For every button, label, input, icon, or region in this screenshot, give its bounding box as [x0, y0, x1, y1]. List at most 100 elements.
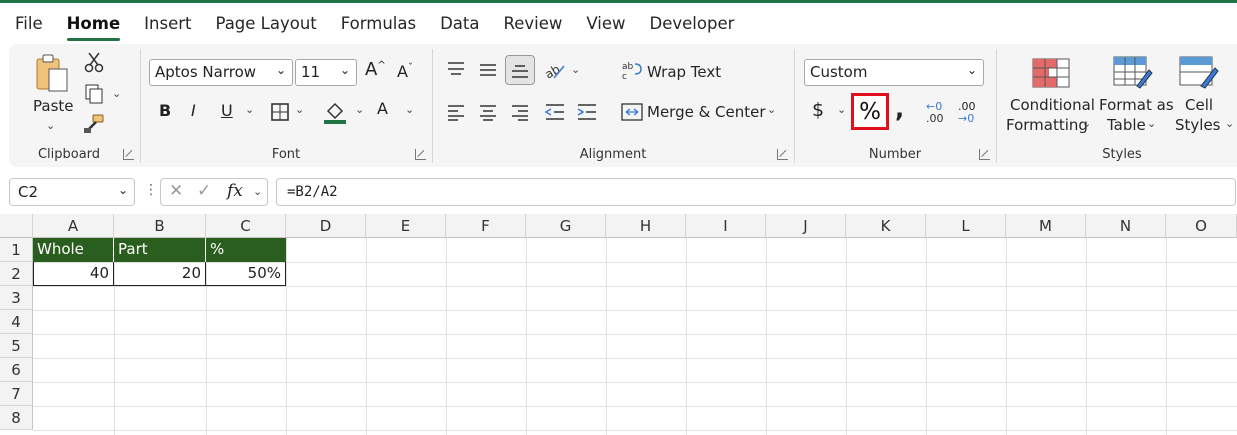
- row-header-1[interactable]: 1: [0, 238, 33, 262]
- column-header-k[interactable]: K: [846, 214, 926, 238]
- paste-dropdown-icon[interactable]: ⌄: [46, 119, 55, 132]
- align-bottom-icon[interactable]: [505, 55, 535, 85]
- column-header-g[interactable]: G: [526, 214, 606, 238]
- tab-formulas[interactable]: Formulas: [341, 6, 416, 41]
- column-header-l[interactable]: L: [926, 214, 1006, 238]
- column-header-o[interactable]: O: [1166, 214, 1237, 238]
- alignment-launcher-icon[interactable]: [777, 149, 788, 160]
- number-format-select[interactable]: Custom ⌄: [804, 59, 984, 86]
- column-header-h[interactable]: H: [606, 214, 686, 238]
- name-box[interactable]: C2 ⌄: [9, 178, 135, 206]
- fill-color-icon[interactable]: [323, 99, 347, 125]
- select-all-corner[interactable]: [0, 214, 33, 238]
- increase-indent-icon[interactable]: [575, 101, 599, 123]
- cell-styles-icon[interactable]: [1179, 55, 1219, 91]
- decrease-decimal-icon[interactable]: .00 →0: [958, 101, 976, 125]
- accounting-format-icon[interactable]: $: [812, 99, 824, 121]
- align-middle-icon[interactable]: [477, 59, 499, 81]
- fill-color-dropdown-icon[interactable]: ⌄: [355, 103, 364, 116]
- tab-file[interactable]: File: [15, 6, 43, 41]
- cell-styles-label-1[interactable]: Cell: [1185, 96, 1213, 114]
- column-header-c[interactable]: C: [206, 214, 286, 238]
- borders-dropdown-icon[interactable]: ⌄: [295, 103, 304, 116]
- wrap-text-label[interactable]: Wrap Text: [647, 63, 721, 81]
- font-color-icon[interactable]: A: [377, 99, 388, 118]
- tab-review[interactable]: Review: [504, 6, 563, 41]
- copy-icon[interactable]: [83, 83, 105, 105]
- format-as-table-dropdown-icon[interactable]: ⌄: [1147, 117, 1156, 130]
- underline-icon[interactable]: U: [221, 101, 233, 120]
- increase-font-size-icon[interactable]: A^: [365, 59, 386, 80]
- format-painter-icon[interactable]: [83, 113, 105, 135]
- font-size-select[interactable]: 11 ⌄: [295, 59, 357, 86]
- tab-data[interactable]: Data: [440, 6, 479, 41]
- column-header-f[interactable]: F: [446, 214, 526, 238]
- merge-center-label[interactable]: Merge & Center: [647, 103, 766, 121]
- tab-insert[interactable]: Insert: [144, 6, 191, 41]
- column-header-n[interactable]: N: [1086, 214, 1166, 238]
- merge-center-dropdown-icon[interactable]: ⌄: [767, 103, 776, 116]
- italic-icon[interactable]: I: [191, 101, 196, 120]
- tab-page-layout[interactable]: Page Layout: [215, 6, 316, 41]
- column-header-a[interactable]: A: [33, 214, 114, 238]
- align-left-icon[interactable]: [445, 101, 467, 123]
- number-launcher-icon[interactable]: [979, 149, 990, 160]
- orientation-dropdown-icon[interactable]: ⌄: [571, 63, 580, 76]
- increase-decimal-icon[interactable]: ←0.00: [926, 101, 944, 125]
- cell-c1[interactable]: %: [206, 238, 286, 262]
- align-center-icon[interactable]: [477, 101, 499, 123]
- column-header-e[interactable]: E: [366, 214, 446, 238]
- column-header-j[interactable]: J: [766, 214, 846, 238]
- tab-developer[interactable]: Developer: [650, 6, 735, 41]
- clipboard-launcher-icon[interactable]: [123, 149, 134, 160]
- orientation-icon[interactable]: ab: [543, 59, 567, 81]
- cell-b2[interactable]: 20: [113, 262, 206, 286]
- column-header-b[interactable]: B: [114, 214, 206, 238]
- row-header-3[interactable]: 3: [0, 286, 33, 310]
- conditional-formatting-label-1[interactable]: Conditional: [1010, 96, 1095, 114]
- fx-dropdown-icon[interactable]: ⌄: [253, 185, 262, 198]
- cell-a2[interactable]: 40: [33, 262, 114, 286]
- format-as-table-label-2[interactable]: Table: [1107, 116, 1146, 134]
- tab-view[interactable]: View: [586, 6, 625, 41]
- decrease-font-size-icon[interactable]: Aˇ: [397, 62, 413, 81]
- row-header-7[interactable]: 7: [0, 382, 33, 406]
- column-header-d[interactable]: D: [286, 214, 366, 238]
- font-launcher-icon[interactable]: [415, 149, 426, 160]
- cell-c2[interactable]: 50%: [205, 262, 286, 286]
- row-header-5[interactable]: 5: [0, 334, 33, 358]
- cut-icon[interactable]: [83, 51, 105, 73]
- wrap-text-icon[interactable]: ab c: [621, 59, 643, 81]
- format-as-table-label-1[interactable]: Format as: [1099, 96, 1174, 114]
- merge-center-icon[interactable]: [621, 101, 643, 123]
- percent-style-button[interactable]: %: [851, 93, 889, 130]
- tab-home[interactable]: Home: [66, 6, 120, 41]
- column-header-m[interactable]: M: [1006, 214, 1086, 238]
- copy-dropdown-icon[interactable]: ⌄: [112, 87, 121, 100]
- decrease-indent-icon[interactable]: [543, 101, 567, 123]
- row-header-2[interactable]: 2: [0, 262, 33, 286]
- cell-styles-dropdown-icon[interactable]: ⌄: [1225, 117, 1234, 130]
- paste-label[interactable]: Paste: [33, 97, 74, 115]
- column-header-i[interactable]: I: [686, 214, 766, 238]
- formula-input[interactable]: =B2/A2: [276, 178, 1236, 206]
- row-header-4[interactable]: 4: [0, 310, 33, 334]
- more-options-icon[interactable]: ⋮: [144, 182, 158, 198]
- cell-b1[interactable]: Part: [114, 238, 206, 262]
- conditional-formatting-label-2[interactable]: Formatting: [1006, 116, 1088, 134]
- align-top-icon[interactable]: [445, 59, 467, 81]
- conditional-formatting-icon[interactable]: [1031, 55, 1071, 91]
- cell-a1[interactable]: Whole: [33, 238, 114, 262]
- enter-icon[interactable]: ✓: [197, 181, 211, 201]
- cancel-icon[interactable]: ✕: [169, 181, 183, 201]
- conditional-formatting-dropdown-icon[interactable]: ⌄: [1082, 117, 1091, 130]
- accounting-dropdown-icon[interactable]: ⌄: [837, 103, 846, 116]
- align-right-icon[interactable]: [509, 101, 531, 123]
- font-color-dropdown-icon[interactable]: ⌄: [405, 103, 414, 116]
- row-header-8[interactable]: 8: [0, 406, 33, 430]
- paste-icon[interactable]: [32, 53, 74, 95]
- insert-function-icon[interactable]: fx: [227, 181, 243, 201]
- row-header-6[interactable]: 6: [0, 358, 33, 382]
- format-as-table-icon[interactable]: [1113, 55, 1153, 91]
- cell-styles-label-2[interactable]: Styles: [1175, 116, 1221, 134]
